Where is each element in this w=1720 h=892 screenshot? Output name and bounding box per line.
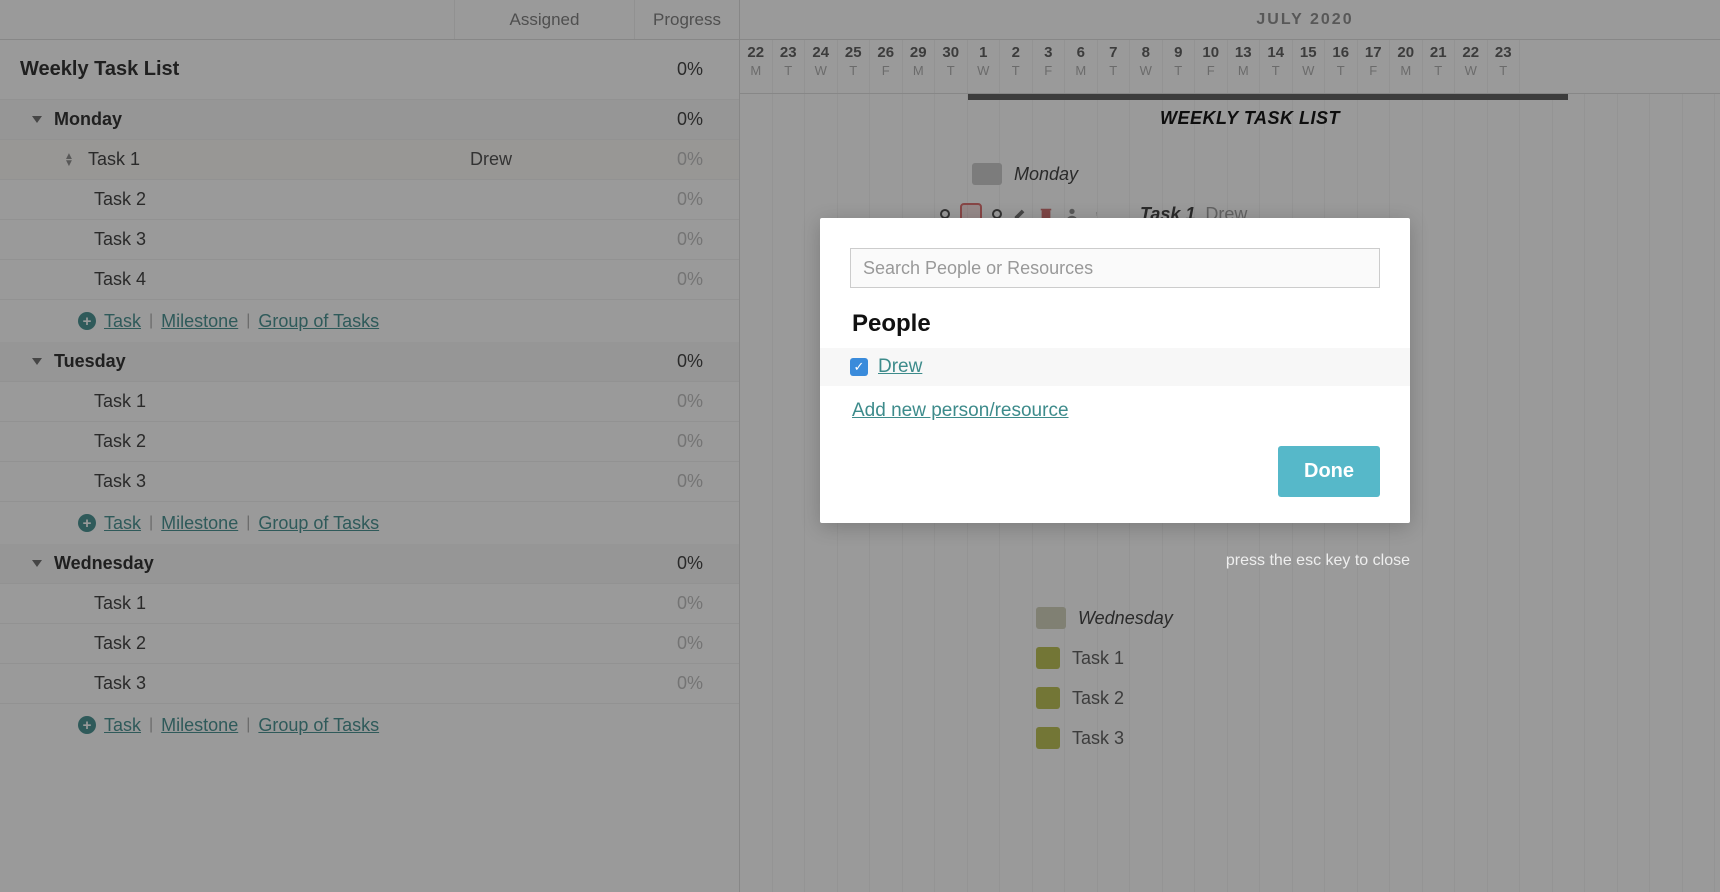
person-name-link[interactable]: Drew xyxy=(878,356,922,378)
esc-hint: press the esc key to close xyxy=(820,552,1410,570)
add-person-link[interactable]: Add new person/resource xyxy=(850,400,1380,422)
done-button[interactable]: Done xyxy=(1278,446,1380,497)
person-row[interactable]: ✓ Drew xyxy=(820,348,1410,386)
checkbox-checked-icon[interactable]: ✓ xyxy=(850,358,868,376)
search-input[interactable] xyxy=(850,248,1380,288)
assign-resource-modal: People ✓ Drew Add new person/resource Do… xyxy=(820,218,1410,523)
people-header: People xyxy=(852,310,1380,338)
